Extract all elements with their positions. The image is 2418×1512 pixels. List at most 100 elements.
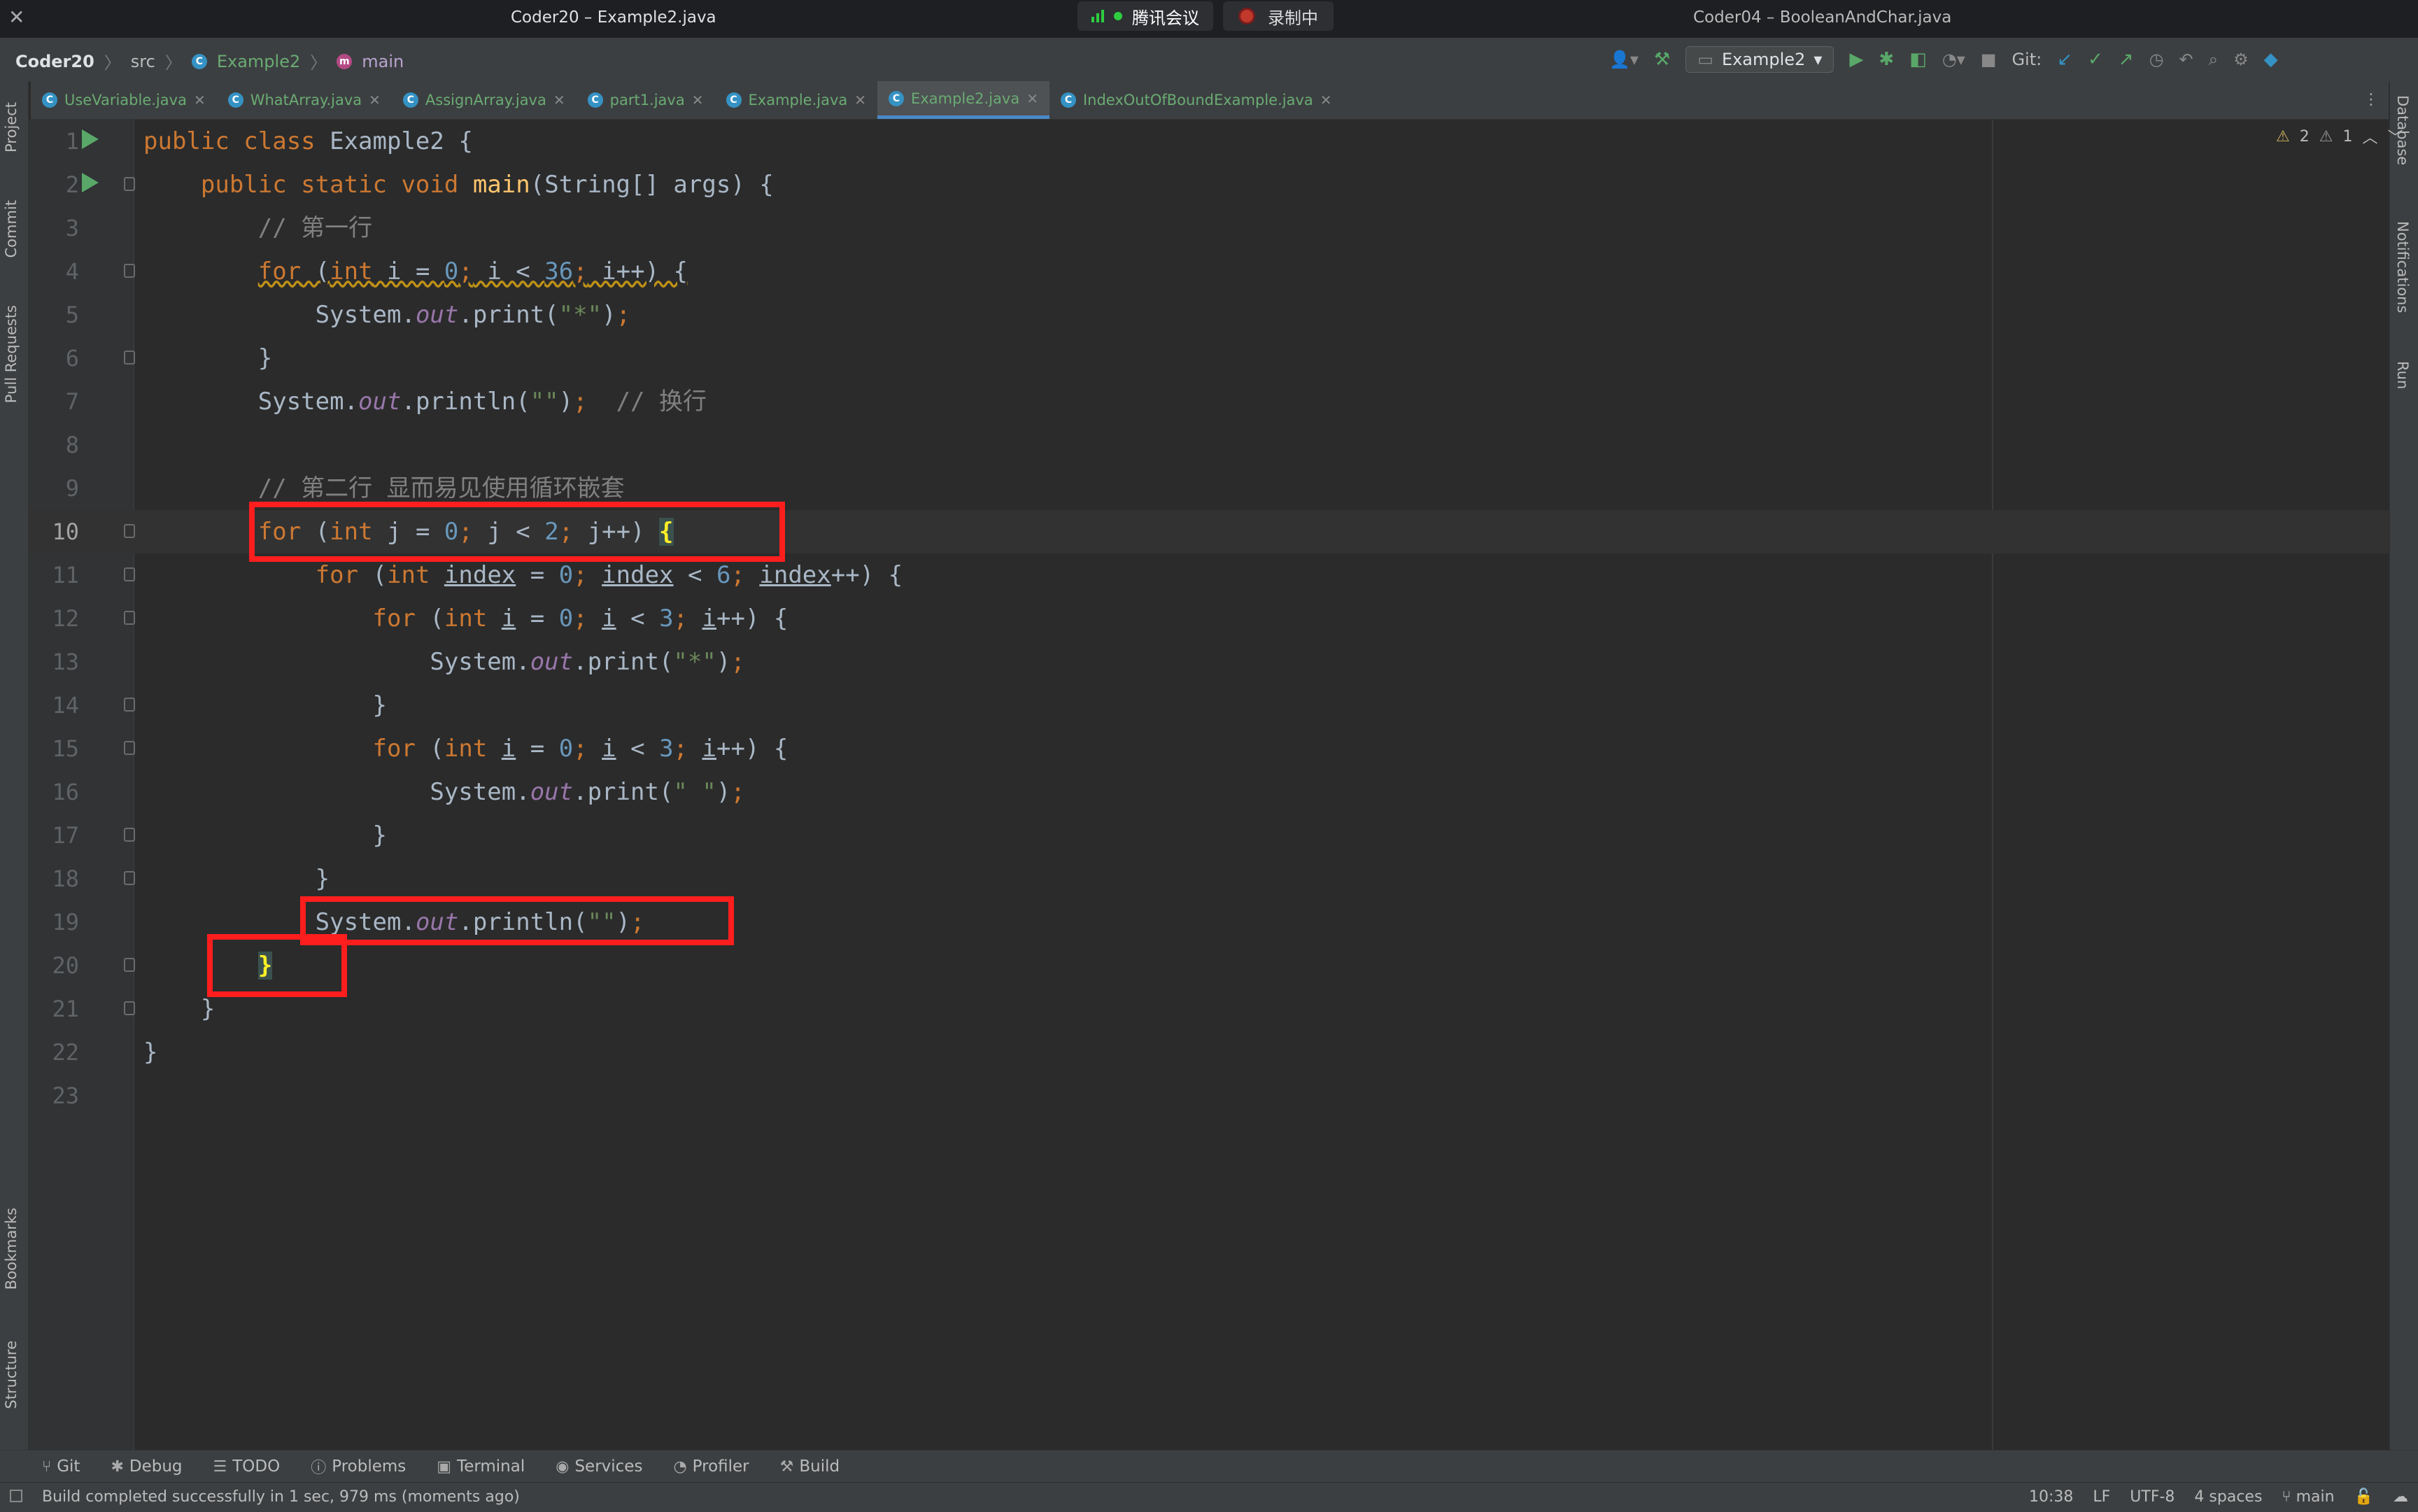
close-tab-icon[interactable]: ✕ [1320, 92, 1332, 108]
more-tabs-icon[interactable]: ⋮ [2363, 91, 2379, 108]
code-text: public static void main(String[] args) { [200, 171, 774, 199]
debug-icon[interactable]: ✱ [1879, 49, 1894, 70]
caret-position[interactable]: 10:38 [2029, 1488, 2073, 1506]
tool-notifications[interactable]: Notifications [2394, 221, 2411, 313]
fold-icon[interactable] [124, 351, 135, 365]
close-tab-icon[interactable]: ✕ [553, 92, 565, 108]
tool-todo[interactable]: ☰ TODO [213, 1457, 281, 1476]
breadcrumb-folder[interactable]: src [131, 52, 155, 71]
indent-setting[interactable]: 4 spaces [2194, 1488, 2262, 1506]
tab-example2[interactable]: C Example2.java ✕ [877, 81, 1049, 119]
code-line: 12 for (int i = 0; i < 3; i++) { [29, 597, 2389, 640]
tool-services[interactable]: ◉ Services [556, 1457, 642, 1476]
git-update-icon[interactable]: ↙ [2057, 49, 2072, 70]
coverage-icon[interactable]: ◧ [1909, 49, 1927, 70]
meeting-indicator[interactable]: 腾讯会议 [1077, 1, 1213, 31]
tool-windows-icon[interactable] [10, 1490, 22, 1502]
breadcrumb-method[interactable]: main [362, 52, 404, 71]
code-line: 6 } [29, 337, 2389, 380]
fold-icon[interactable] [124, 567, 135, 581]
fold-icon[interactable] [124, 698, 135, 712]
git-commit-icon[interactable]: ✓ [2088, 49, 2103, 70]
status-message[interactable]: Build completed successfully in 1 sec, 9… [42, 1488, 520, 1506]
user-icon[interactable]: 👤▾ [1609, 50, 1639, 69]
run-config-select[interactable]: ▭ Example2 ▾ [1685, 46, 1834, 73]
lock-icon[interactable]: 🔓 [2354, 1488, 2373, 1506]
code-text: } [143, 865, 330, 893]
recording-indicator[interactable]: 录制中 [1223, 1, 1334, 31]
recording-label: 录制中 [1268, 8, 1318, 28]
history-icon[interactable]: ◷ [2149, 50, 2164, 69]
search-icon[interactable]: ⌕ [2209, 50, 2218, 69]
git-branch[interactable]: ⑂ main [2282, 1488, 2334, 1506]
tool-terminal[interactable]: ▣ Terminal [437, 1457, 525, 1476]
tool-commit[interactable]: Commit [3, 200, 20, 258]
chevron-down-icon[interactable]: ﹀ [2387, 125, 2403, 148]
tool-git[interactable]: ⑂ Git [42, 1457, 80, 1476]
tool-project[interactable]: Project [3, 102, 20, 153]
tab-label: AssignArray.java [425, 92, 546, 108]
fold-icon[interactable] [124, 871, 135, 885]
fold-icon[interactable] [124, 958, 135, 972]
code-editor[interactable]: ⚠ 2 ⚠ 1 ︿ ﹀ 1 public class Example2 { 2 … [29, 120, 2403, 1450]
fold-icon[interactable] [124, 828, 135, 842]
tool-profiler[interactable]: ◔ Profiler [673, 1457, 749, 1476]
code-text: System.out.print("*"); [143, 648, 745, 676]
close-tab-icon[interactable]: ✕ [854, 92, 866, 108]
close-tab-icon[interactable]: ✕ [369, 92, 381, 108]
code-line: 16 System.out.print(" "); [29, 770, 2389, 814]
run-gutter-icon[interactable] [82, 129, 99, 149]
breadcrumb-project[interactable]: Coder20 [15, 52, 94, 71]
close-tab-icon[interactable]: ✕ [194, 92, 206, 108]
class-icon: C [889, 90, 905, 106]
fold-icon[interactable] [124, 177, 135, 191]
settings-gear-icon[interactable]: ⚙ [2233, 50, 2249, 69]
breadcrumb-class[interactable]: Example2 [217, 52, 300, 71]
rollback-icon[interactable]: ↶ [2179, 50, 2193, 69]
fold-icon[interactable] [124, 1001, 135, 1015]
breadcrumb: Coder20 〉 src 〉 C Example2 〉 m main [15, 49, 404, 73]
tool-bookmarks[interactable]: Bookmarks [3, 1208, 20, 1290]
fold-icon[interactable] [124, 264, 135, 278]
tab-indexoutofbound[interactable]: C IndexOutOfBoundExample.java ✕ [1049, 81, 1343, 119]
list-icon: ☰ [213, 1457, 227, 1476]
tab-assignarray[interactable]: C AssignArray.java ✕ [392, 81, 577, 119]
tab-example[interactable]: C Example.java ✕ [715, 81, 878, 119]
close-tab-icon[interactable]: ✕ [1026, 90, 1038, 107]
fold-icon[interactable] [124, 741, 135, 755]
tool-run[interactable]: Run [2394, 361, 2411, 389]
toolbox-icon[interactable]: ◆ [2264, 49, 2278, 70]
run-config-icon: ▭ [1697, 50, 1713, 69]
class-icon: C [587, 92, 603, 108]
close-tab-icon[interactable]: ✕ [692, 92, 704, 108]
tab-part1[interactable]: Cpart1.java ✕ [577, 81, 715, 119]
memory-icon[interactable]: ☁ [2393, 1488, 2408, 1506]
line-number: 15 [52, 735, 79, 762]
tab-whatarray[interactable]: C WhatArray.java ✕ [217, 81, 392, 119]
code-line: 17 } [29, 814, 2389, 857]
tab-label: Example2.java [911, 90, 1020, 107]
tool-pull-requests[interactable]: Pull Requests [3, 305, 20, 403]
class-icon: C [227, 92, 243, 108]
stop-icon[interactable]: ■ [1981, 50, 1997, 69]
run-icon[interactable]: ▶ [1849, 49, 1863, 70]
tool-problems[interactable]: ⓘ Problems [311, 1455, 406, 1478]
git-push-icon[interactable]: ↗ [2119, 49, 2134, 70]
file-encoding[interactable]: UTF-8 [2130, 1488, 2175, 1506]
tool-debug[interactable]: ✱ Debug [111, 1457, 182, 1476]
tool-build-label: Build [799, 1457, 840, 1476]
tool-structure[interactable]: Structure [3, 1341, 20, 1409]
close-icon[interactable]: ✕ [8, 6, 24, 29]
line-number: 17 [52, 822, 79, 849]
profile-icon[interactable]: ◔▾ [1942, 50, 1965, 69]
build-hammer-icon[interactable]: ⚒ [1654, 49, 1670, 70]
tool-build[interactable]: ⚒ Build [780, 1457, 840, 1476]
run-gutter-icon[interactable] [82, 173, 99, 192]
fold-icon[interactable] [124, 611, 135, 625]
code-line: 15 for (int i = 0; i < 3; i++) { [29, 727, 2389, 770]
editor-tabs: C UseVariable.java ✕ C WhatArray.java ✕ C Ass… [31, 81, 2389, 120]
fold-icon[interactable] [124, 524, 135, 538]
tab-usevariable[interactable]: C UseVariable.java ✕ [31, 81, 217, 119]
line-separator[interactable]: LF [2093, 1488, 2110, 1506]
line-number: 3 [65, 215, 79, 241]
